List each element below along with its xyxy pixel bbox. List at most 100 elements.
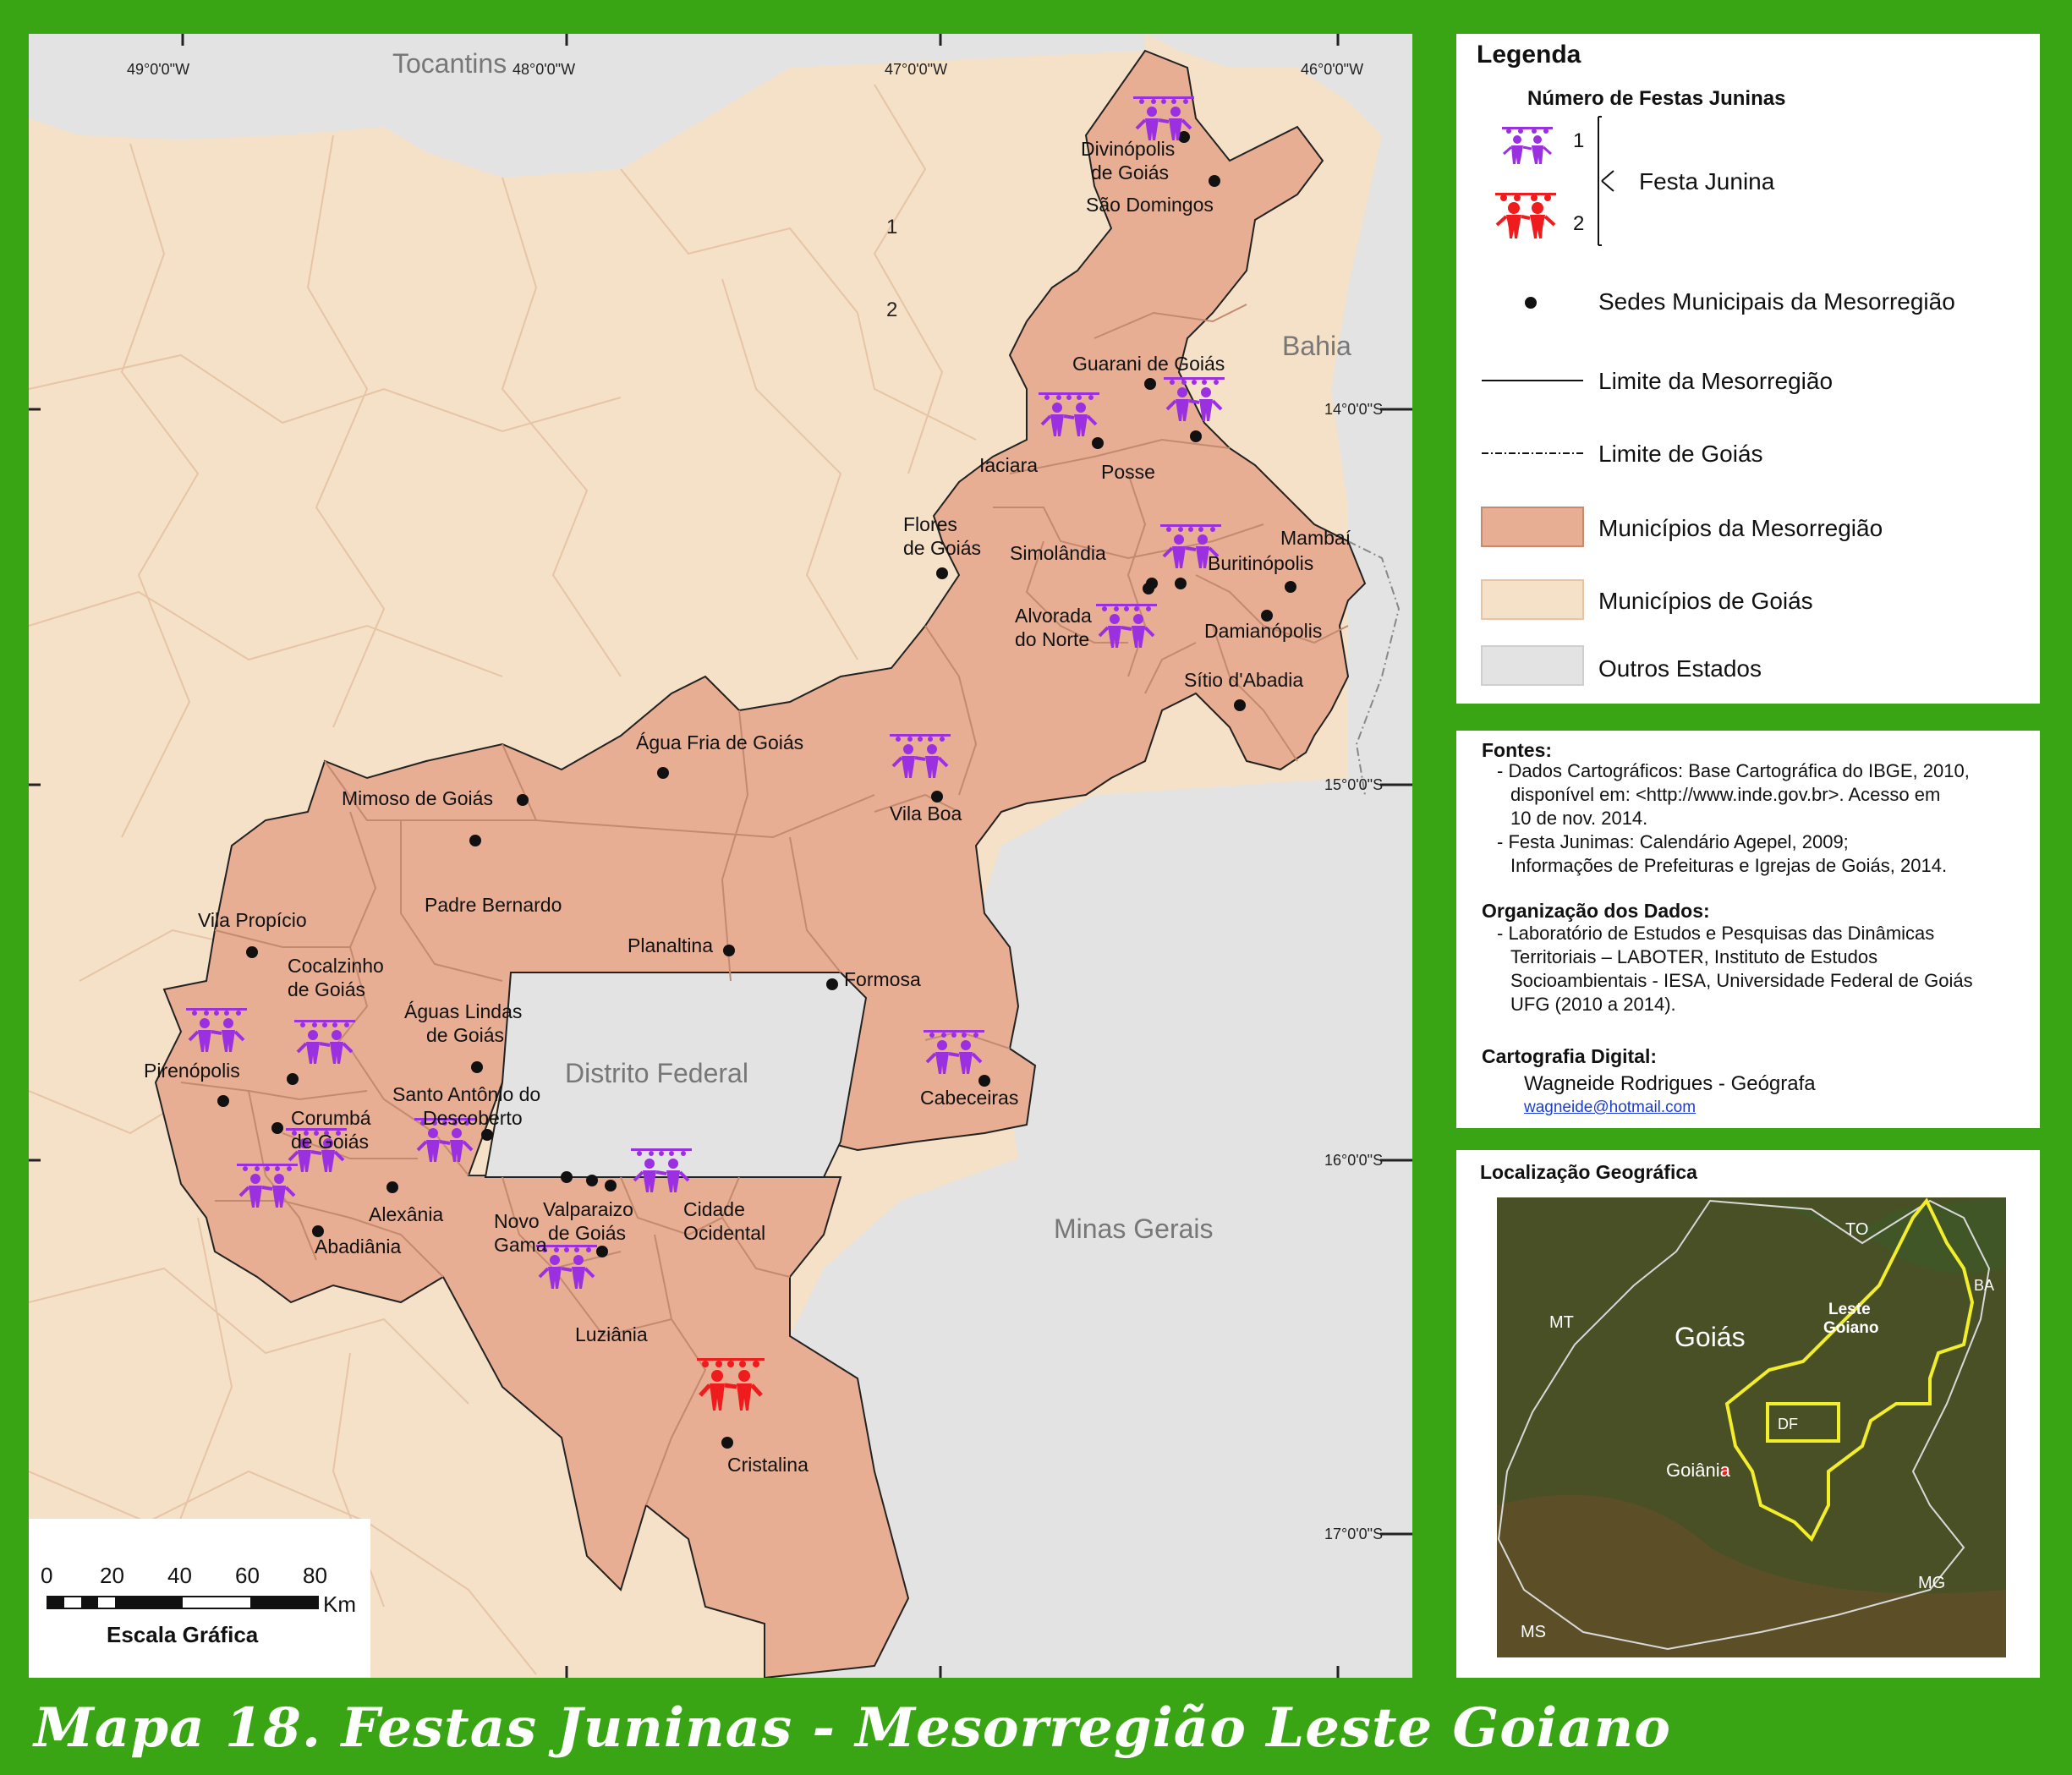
fontes-line: 10 de nov. 2014. xyxy=(1510,808,1648,829)
legend-subtitle: Número de Festas Juninas xyxy=(1527,87,1785,110)
location-label: DF xyxy=(1778,1416,1798,1433)
legend-panel: Legenda Número de Festas Juninas 1 2 Fes… xyxy=(1456,34,2040,704)
municipality-label: Formosa xyxy=(844,968,921,990)
scale-unit: Km xyxy=(323,1591,356,1617)
scale-title: Escala Gráfica xyxy=(107,1622,259,1647)
org-line: Territoriais – LABOTER, Instituto de Est… xyxy=(1510,946,1878,967)
legend-item: Outros Estados xyxy=(1598,655,1762,682)
lon-label: 46°0'0"W xyxy=(1301,61,1363,78)
municipality-label: Iaciara xyxy=(979,454,1038,476)
municipality-label: Santo Antônio do xyxy=(392,1083,540,1105)
municipality-label: Alexânia xyxy=(369,1203,443,1225)
municipality-label: Simolândia xyxy=(1010,542,1106,564)
legend-festa-label: Festa Junina xyxy=(1639,168,1775,194)
scale-bar xyxy=(47,1596,319,1609)
municipality-label: Padre Bernardo xyxy=(425,894,562,916)
org-line: - Laboratório de Estudos e Pesquisas das… xyxy=(1497,923,1935,944)
municipality-label: Buritinópolis xyxy=(1208,552,1313,574)
fontes-title: Fontes: xyxy=(1482,739,1553,761)
municipality-label: Sítio d'Abadia xyxy=(1184,669,1303,691)
map-canvas: 49°0'0"W 48°0'0"W 47°0'0"W 46°0'0"W 14°0… xyxy=(29,34,1412,1678)
municipality-label: Cidade xyxy=(683,1198,745,1220)
municipality-label: Flores xyxy=(903,513,957,535)
fontes-line: disponível em: <http://www.inde.gov.br>.… xyxy=(1510,784,1941,805)
legend-count-2: 2 xyxy=(1573,212,1584,235)
municipality-label: Guarani de Goiás xyxy=(1072,353,1225,375)
scale-tick: 80 xyxy=(303,1563,327,1588)
municipality-label: Descoberto xyxy=(423,1107,523,1129)
municipality-label: Vila Propício xyxy=(198,909,307,931)
org-line: UFG (2010 a 2014). xyxy=(1510,994,1676,1015)
municipality-label: Águas Lindas xyxy=(404,1000,522,1022)
festa-junina-icon-2 xyxy=(1494,191,1558,240)
municipality-label: Valparaizo xyxy=(543,1198,633,1220)
legend-title: Legenda xyxy=(1477,41,1581,68)
location-label: Leste xyxy=(1828,1301,1871,1318)
location-label: MT xyxy=(1549,1313,1574,1332)
municipality-label: de Goiás xyxy=(1091,162,1169,184)
map-frame: 49°0'0"W 48°0'0"W 47°0'0"W 46°0'0"W 14°0… xyxy=(29,34,1412,1678)
location-label: TO xyxy=(1845,1220,1868,1239)
legend-item: Sedes Municipais da Mesorregião xyxy=(1598,288,1955,315)
municipality-label: Luziânia xyxy=(575,1323,648,1345)
municipality-label: Divinópolis xyxy=(1081,138,1175,160)
municipality-label: Ocidental xyxy=(683,1222,765,1244)
legend-item: Limite de Goiás xyxy=(1598,441,1763,467)
location-label: Goiânia xyxy=(1666,1460,1731,1481)
municipality-label: de Goiás xyxy=(291,1131,369,1153)
location-title: Localização Geográfica xyxy=(1480,1161,1697,1183)
municipality-label: Alvorada xyxy=(1015,605,1092,627)
carto-name: Wagneide Rodrigues - Geógrafa xyxy=(1524,1072,1816,1095)
carto-email-link[interactable]: wagneide@hotmail.com xyxy=(1524,1096,1696,1120)
state-label-mg: Minas Gerais xyxy=(1054,1213,1214,1244)
sources-panel: Fontes: - Dados Cartográficos: Base Cart… xyxy=(1456,731,2040,1128)
municipality-label: do Norte xyxy=(1015,628,1089,650)
scale-tick: 40 xyxy=(167,1563,192,1588)
legend-bracket xyxy=(1598,116,1614,246)
lat-label: 16°0'0"S xyxy=(1324,1152,1383,1169)
festa-junina-icon xyxy=(1500,125,1554,166)
location-label: BA xyxy=(1974,1277,1994,1294)
municipality-label: Novo xyxy=(494,1210,540,1232)
legend-swatch-goias xyxy=(1481,579,1584,620)
municipality-label: São Domingos xyxy=(1086,194,1214,216)
municipality-label: Pirenópolis xyxy=(144,1060,240,1082)
location-label: MG xyxy=(1918,1574,1945,1592)
municipality-label: de Goiás xyxy=(288,978,365,1000)
municipality-label: Gama xyxy=(494,1234,547,1256)
municipality-label: Cabeceiras xyxy=(920,1087,1018,1109)
org-line: Socioambientais - IESA, Universidade Fed… xyxy=(1510,970,1973,991)
legend-swatch-others xyxy=(1481,645,1584,686)
municipality-label: Planaltina xyxy=(628,934,713,956)
org-title: Organização dos Dados: xyxy=(1482,900,1710,922)
fontes-line: Informações de Prefeituras e Igrejas de … xyxy=(1510,855,1948,876)
legend-item: Municípios da Mesorregião xyxy=(1598,515,1883,541)
legend-seat-symbol xyxy=(1525,297,1537,309)
location-label: MS xyxy=(1521,1623,1546,1641)
location-label: Goiano xyxy=(1823,1319,1878,1337)
municipality-label: de Goiás xyxy=(903,537,981,559)
municipality-label: Abadiânia xyxy=(315,1235,402,1257)
municipality-label: Cristalina xyxy=(727,1454,809,1476)
map-caption: Mapa 18. Festas Juninas - Mesorregião Le… xyxy=(34,1696,1671,1760)
inset-number: 2 xyxy=(886,299,897,321)
fontes-line: - Dados Cartográficos: Base Cartográfica… xyxy=(1497,760,1970,781)
inset-number: 1 xyxy=(886,216,897,238)
municipality-label: Mambaí xyxy=(1280,527,1351,549)
municipality-label: Cocalzinho xyxy=(288,955,384,977)
municipality-label: Água Fria de Goiás xyxy=(636,731,803,753)
legend-item: Limite da Mesorregião xyxy=(1598,368,1833,394)
lon-label: 47°0'0"W xyxy=(885,61,947,78)
municipality-label: de Goiás xyxy=(548,1222,626,1244)
lat-label: 14°0'0"S xyxy=(1324,401,1383,418)
municipality-label: de Goiás xyxy=(426,1024,504,1046)
legend-count-1: 1 xyxy=(1573,129,1584,152)
scale-tick: 60 xyxy=(235,1563,260,1588)
carto-title: Cartografia Digital: xyxy=(1482,1045,1658,1067)
legend-item: Municípios de Goiás xyxy=(1598,588,1813,614)
scale-tick: 0 xyxy=(41,1563,52,1588)
state-label-bahia: Bahia xyxy=(1282,331,1351,361)
location-label: Goiás xyxy=(1675,1322,1746,1352)
lat-label: 17°0'0"S xyxy=(1324,1526,1383,1542)
location-panel: Localização Geográfica TO BA MT Goiás Le… xyxy=(1456,1150,2040,1678)
